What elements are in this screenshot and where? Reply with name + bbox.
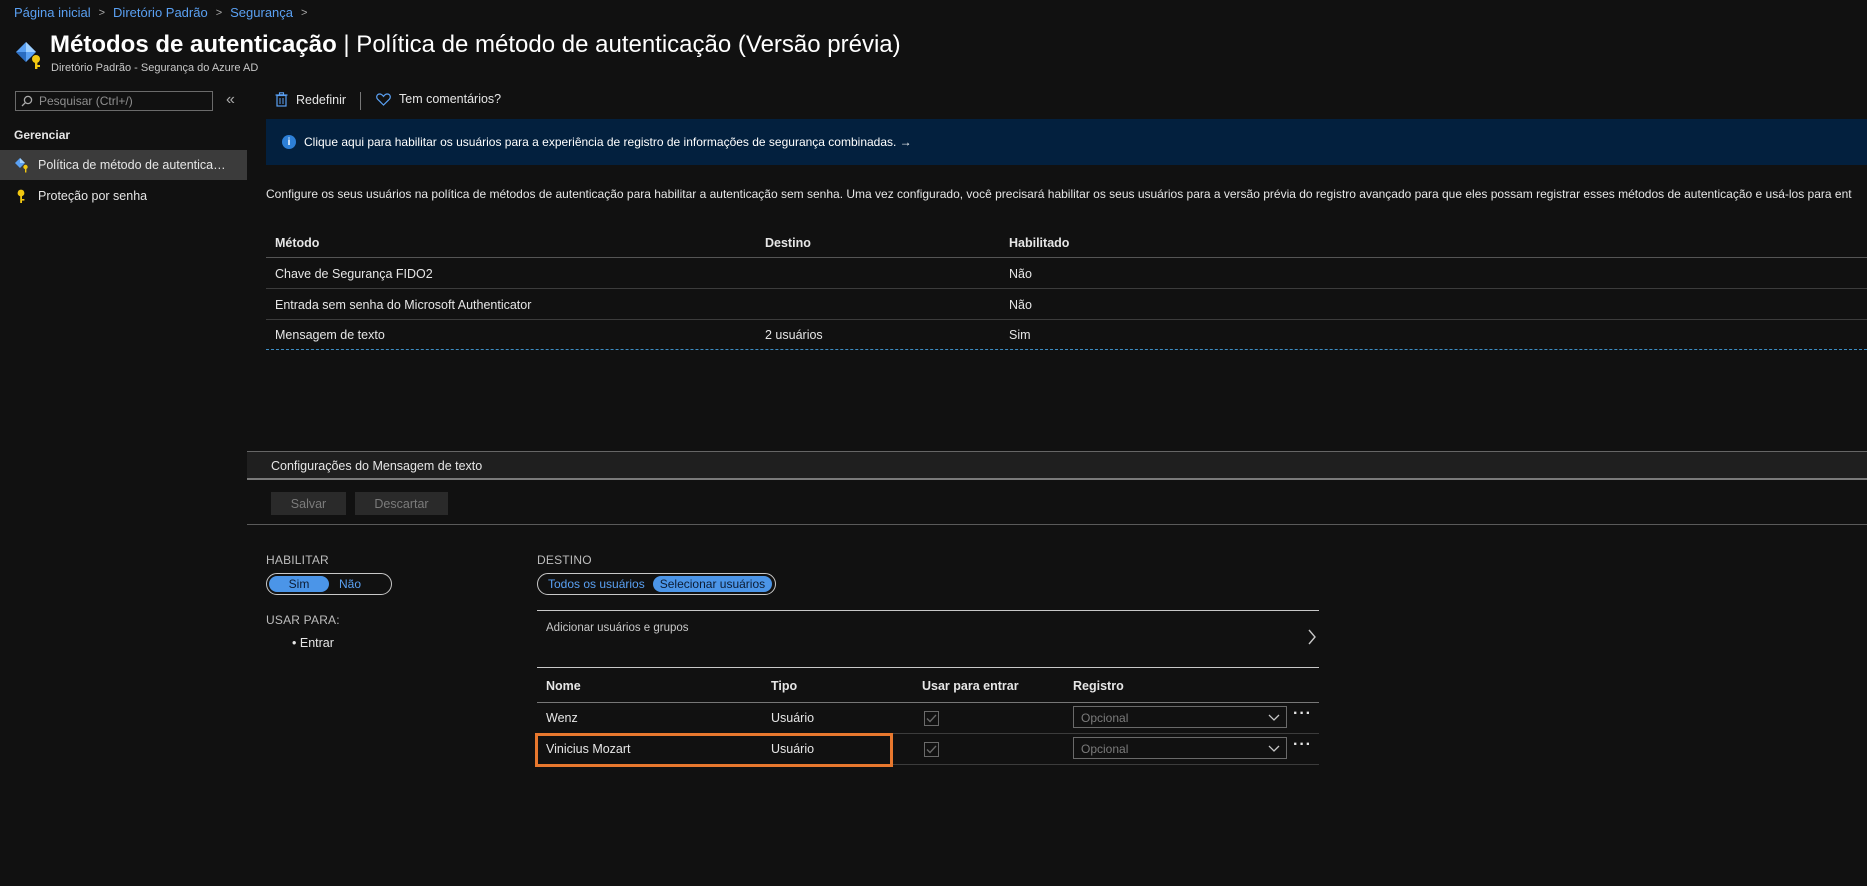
search-box[interactable]: [15, 91, 213, 111]
target-all-users-option[interactable]: Todos os usuários: [540, 576, 653, 592]
enable-no-option[interactable]: Não: [329, 576, 371, 592]
use-for-sign-in-checkbox[interactable]: [924, 711, 939, 726]
toolbar-divider: [360, 92, 361, 110]
highlight-box: [535, 733, 893, 767]
column-header-name: Nome: [546, 679, 581, 693]
settings-panel-title: Configurações do Mensagem de texto: [271, 459, 483, 473]
column-header-target: Destino: [765, 236, 811, 250]
reset-label: Redefinir: [296, 92, 347, 107]
column-header-enabled: Habilitado: [1009, 236, 1070, 250]
page-title-suffix: | Política de método de autenticação (Ve…: [336, 31, 901, 58]
registration-dropdown[interactable]: Opcional: [1073, 737, 1287, 759]
enable-label: HABILITAR: [266, 553, 329, 567]
registration-value: Opcional: [1081, 742, 1129, 756]
use-for-item-label: Entrar: [299, 636, 334, 650]
search-icon: [21, 95, 33, 107]
breadcrumb-directory[interactable]: Diretório Padrão: [113, 5, 208, 20]
sidebar-item-label: Proteção por senha: [38, 189, 148, 203]
method-name: Chave de Segurança FIDO2: [275, 267, 433, 281]
chevron-right-icon: >: [301, 6, 308, 19]
method-enabled: Sim: [1009, 328, 1031, 342]
user-type: Usuário: [771, 711, 815, 725]
target-toggle[interactable]: Todos os usuários Selecionar usuários: [537, 573, 776, 595]
table-row[interactable]: Entrada sem senha do Microsoft Authentic…: [266, 290, 1867, 320]
target-label: DESTINO: [537, 553, 592, 567]
panel-divider: [247, 524, 1867, 525]
column-header-registration: Registro: [1073, 679, 1124, 693]
users-table-header: Nome Tipo Usar para entrar Registro: [537, 669, 1319, 703]
chevron-right-icon: >: [98, 6, 106, 19]
use-for-sign-in-checkbox[interactable]: [924, 742, 939, 757]
feedback-label: Tem comentários?: [399, 92, 502, 106]
trash-icon: [275, 92, 288, 107]
table-row[interactable]: Mensagem de texto 2 usuários Sim: [266, 320, 1867, 350]
checkmark-icon: [926, 745, 937, 754]
column-header-use-for-sign-in: Usar para entrar: [922, 679, 1019, 693]
info-icon: i: [282, 135, 296, 149]
checkmark-icon: [926, 714, 937, 723]
add-users-groups-label: Adicionar usuários e grupos: [546, 622, 689, 634]
add-users-groups[interactable]: Adicionar usuários e grupos: [537, 610, 1319, 668]
sidebar-section-manage: Gerenciar: [14, 128, 71, 142]
reset-button[interactable]: Redefinir: [275, 92, 346, 107]
discard-button[interactable]: Descartar: [355, 492, 448, 515]
user-name: Wenz: [546, 711, 578, 725]
table-row[interactable]: Wenz Usuário Opcional ···: [537, 703, 1319, 734]
auth-method-icon: [14, 40, 44, 70]
enable-toggle[interactable]: Sim Não: [266, 573, 392, 595]
feedback-button[interactable]: Tem comentários?: [376, 92, 501, 106]
chevron-right-icon: [1308, 629, 1316, 645]
sidebar-item-label: Política de método de autenticação (Vers…: [38, 158, 226, 172]
settings-panel-header: Configurações do Mensagem de texto: [247, 452, 1867, 480]
method-enabled: Não: [1009, 267, 1032, 281]
policy-description: Configure os seus usuários na política d…: [266, 187, 1852, 201]
more-options-icon[interactable]: ···: [1293, 737, 1312, 753]
page-title-main: Métodos de autenticação: [50, 31, 337, 58]
combined-registration-banner[interactable]: i Clique aqui para habilitar os usuários…: [266, 119, 1867, 165]
method-target: 2 usuários: [765, 328, 823, 342]
breadcrumb: Página inicial > Diretório Padrão > Segu…: [14, 5, 307, 20]
breadcrumb-security[interactable]: Segurança: [230, 5, 293, 20]
page-subtitle: Diretório Padrão - Segurança do Azure AD: [51, 62, 259, 74]
chevron-down-icon: [1268, 745, 1280, 752]
sidebar-item-password-protection[interactable]: Proteção por senha: [0, 181, 247, 211]
methods-table-header: Método Destino Habilitado: [266, 228, 1867, 258]
registration-dropdown[interactable]: Opcional: [1073, 706, 1287, 728]
key-icon: [14, 188, 30, 204]
auth-method-icon: [14, 157, 30, 173]
use-for-label: USAR PARA:: [266, 613, 340, 627]
registration-value: Opcional: [1081, 711, 1129, 725]
collapse-sidebar-icon[interactable]: «: [226, 92, 235, 108]
table-row[interactable]: Chave de Segurança FIDO2 Não: [266, 259, 1867, 289]
search-input[interactable]: [39, 94, 199, 108]
more-options-icon[interactable]: ···: [1293, 706, 1312, 722]
method-name: Entrada sem senha do Microsoft Authentic…: [275, 298, 532, 312]
target-select-users-option[interactable]: Selecionar usuários: [652, 576, 773, 592]
chevron-down-icon: [1268, 714, 1280, 721]
method-enabled: Não: [1009, 298, 1032, 312]
breadcrumb-home[interactable]: Página inicial: [14, 5, 91, 20]
column-header-method: Método: [275, 236, 320, 250]
page-title: Métodos de autenticação | Política de mé…: [50, 31, 901, 59]
use-for-item: • Entrar: [292, 636, 334, 650]
method-name: Mensagem de texto: [275, 328, 385, 342]
banner-text: Clique aqui para habilitar os usuários p…: [304, 135, 912, 149]
heart-icon: [376, 92, 391, 106]
chevron-right-icon: >: [215, 6, 223, 19]
save-button[interactable]: Salvar: [271, 492, 346, 515]
column-header-type: Tipo: [771, 679, 798, 693]
enable-yes-option[interactable]: Sim: [269, 576, 329, 592]
sidebar-item-auth-policy[interactable]: Política de método de autenticação (Vers…: [0, 150, 247, 180]
